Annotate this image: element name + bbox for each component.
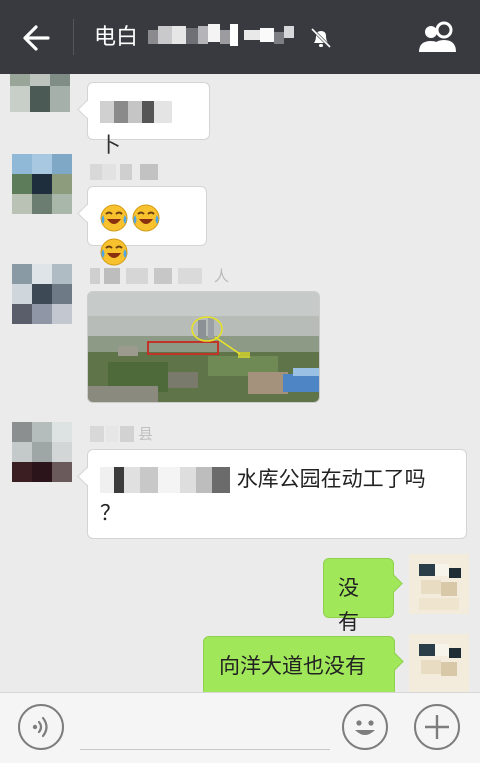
more-button[interactable] <box>414 704 460 750</box>
chat-title: 电白 <box>94 25 139 50</box>
my-avatar[interactable] <box>409 634 469 692</box>
face-with-tears-of-joy-icon <box>100 238 128 266</box>
sender-name-suffix: 人 <box>214 267 230 285</box>
sender-name: 人 <box>90 267 240 286</box>
input-bar <box>0 692 480 763</box>
voice-input-icon <box>32 716 48 738</box>
title-pixelated <box>148 22 298 52</box>
avatar[interactable] <box>12 422 72 482</box>
pixelated-text <box>100 467 230 493</box>
mute-bell-icon <box>308 26 334 50</box>
message-text: 没有 <box>338 576 359 634</box>
shared-photo[interactable] <box>87 291 320 403</box>
avatar[interactable] <box>12 264 72 324</box>
group-contacts-icon <box>419 21 456 52</box>
face-with-tears-of-joy-icon <box>100 204 128 232</box>
voice-input-button[interactable] <box>18 704 64 750</box>
emoji-button[interactable] <box>342 704 388 750</box>
chat-header: 电白 <box>0 0 480 74</box>
emoji-smiley-icon <box>355 720 375 735</box>
group-contacts-button[interactable] <box>414 18 462 58</box>
pixelated-text <box>100 101 172 123</box>
plus-more-icon <box>425 715 449 739</box>
message-bubble[interactable]: 没有 <box>323 558 394 634</box>
message-bubble[interactable] <box>87 186 207 266</box>
sender-name-suffix: 县 <box>138 425 154 443</box>
message-input[interactable] <box>80 749 330 750</box>
message-bubble[interactable]: 向洋大道也没有 <box>203 636 395 692</box>
message-list[interactable]: 卜 人 县 水库公园在动工了吗 ？ 没有 向洋大道也没有 <box>0 74 480 692</box>
back-button[interactable] <box>18 20 58 56</box>
message-text: 向洋大道也没有 <box>219 654 366 678</box>
avatar[interactable] <box>10 74 70 112</box>
header-divider <box>73 19 74 55</box>
message-text: 卜 <box>100 133 121 157</box>
message-text-line1: 水库公园在动工了吗 <box>236 467 426 491</box>
sender-name: 县 <box>90 425 170 444</box>
sender-name <box>90 164 160 182</box>
message-bubble[interactable]: 卜 <box>87 82 210 157</box>
avatar[interactable] <box>12 154 72 214</box>
my-avatar[interactable] <box>409 554 469 614</box>
face-with-tears-of-joy-icon <box>132 204 160 232</box>
back-arrow-icon <box>23 25 50 51</box>
message-text-line2: ？ <box>100 501 121 525</box>
message-bubble[interactable]: 水库公园在动工了吗 ？ <box>87 449 467 539</box>
